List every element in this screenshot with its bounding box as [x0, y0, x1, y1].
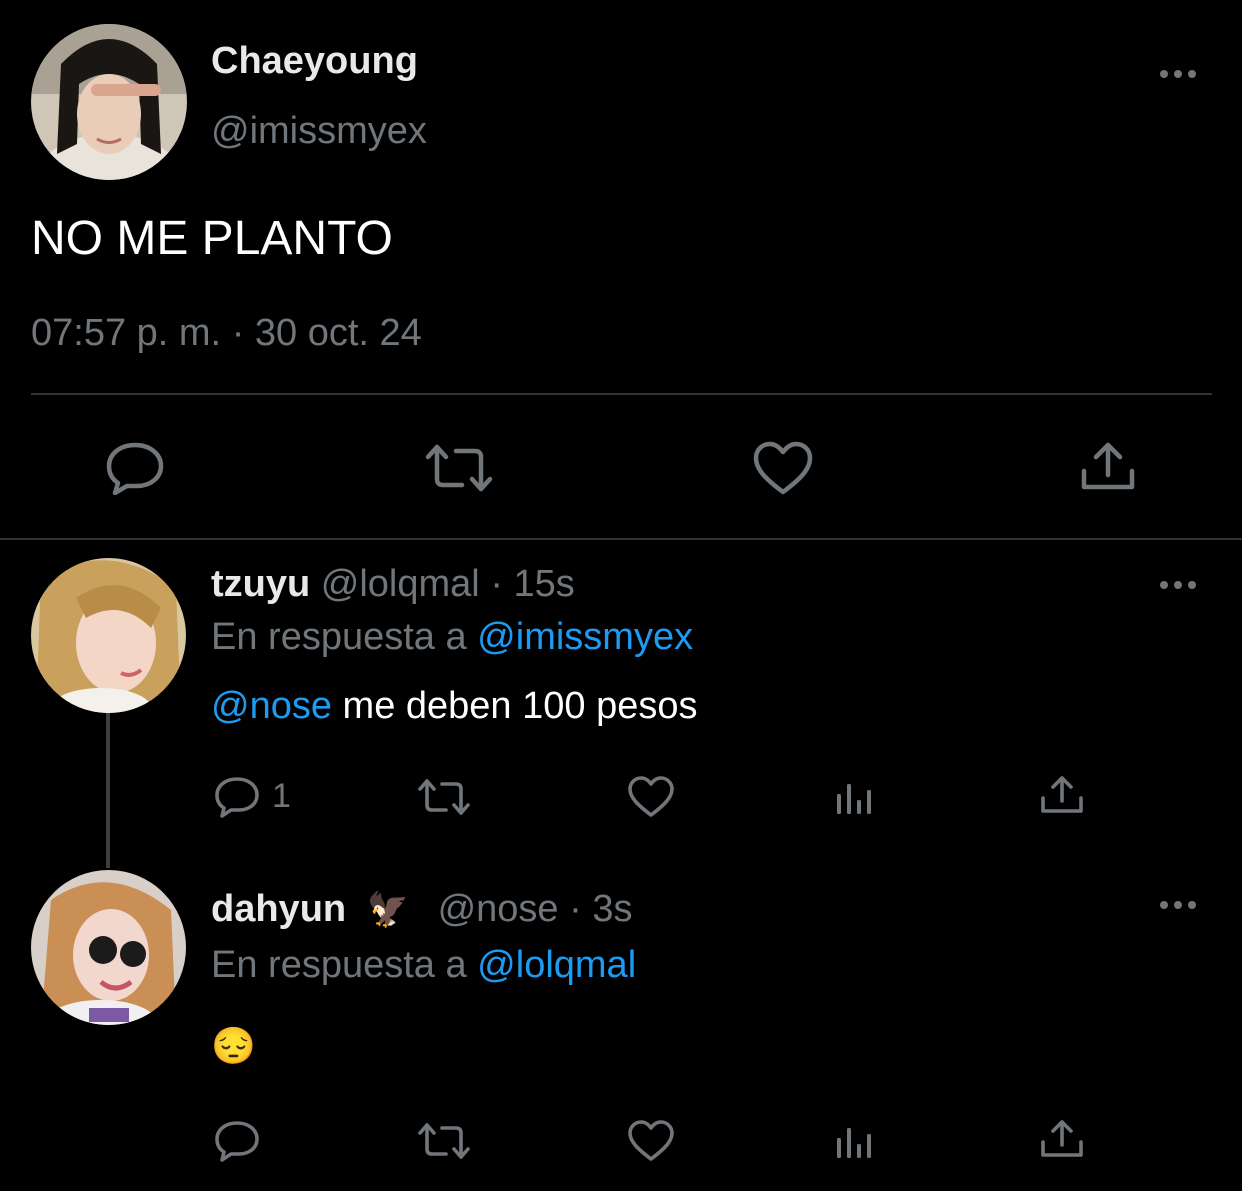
mention-link[interactable]: @nose	[211, 685, 332, 727]
reply-header: dahyun 🦅 @nose · 3s	[211, 888, 633, 931]
avatar-chaeyoung[interactable]	[31, 24, 187, 180]
section-divider	[0, 538, 1242, 540]
share-icon[interactable]	[1040, 1119, 1084, 1159]
author-name[interactable]: Chaeyoung	[211, 40, 418, 83]
thread-connector	[106, 713, 110, 868]
more-icon[interactable]	[1160, 67, 1200, 81]
retweet-icon[interactable]	[424, 443, 494, 493]
reply-prefix: En respuesta a	[211, 944, 467, 986]
avatar-tzuyu[interactable]	[31, 558, 186, 713]
like-icon[interactable]	[627, 775, 675, 819]
reply-icon[interactable]	[214, 776, 260, 818]
reply-to-link[interactable]: @imissmyex	[477, 616, 693, 658]
divider	[31, 393, 1212, 395]
reply-text: 😔	[211, 1025, 256, 1066]
share-icon[interactable]	[1080, 441, 1136, 493]
timestamp-separator: ·	[231, 312, 245, 354]
reply-author-name[interactable]: tzuyu	[211, 563, 310, 605]
reply-header: tzuyu @lolqmal · 15s	[211, 563, 575, 606]
reply-count: 1	[272, 777, 291, 815]
reply-icon[interactable]	[214, 1120, 260, 1162]
reply-author-handle[interactable]: @lolqmal	[321, 563, 480, 605]
header-separator: ·	[490, 563, 503, 605]
tweet-date: 30 oct. 24	[254, 312, 422, 354]
more-icon[interactable]	[1160, 898, 1200, 912]
tweet-text: NO ME PLANTO	[31, 212, 393, 265]
retweet-icon[interactable]	[417, 778, 471, 816]
like-icon[interactable]	[752, 440, 814, 496]
reply-body: me deben 100 pesos	[331, 685, 698, 727]
more-icon[interactable]	[1160, 578, 1200, 592]
reply-text: @nose me deben 100 pesos	[211, 685, 697, 728]
share-icon[interactable]	[1040, 775, 1084, 815]
reply-age[interactable]: 15s	[514, 563, 575, 605]
reply-author-name[interactable]: dahyun	[211, 888, 346, 930]
tweet-time: 07:57 p. m.	[31, 312, 222, 354]
retweet-icon[interactable]	[417, 1122, 471, 1160]
reply-prefix: En respuesta a	[211, 616, 467, 658]
tweet-timestamp[interactable]: 07:57 p. m. · 30 oct. 24	[31, 312, 422, 355]
reply-icon[interactable]	[105, 441, 165, 495]
header-separator: ·	[569, 888, 582, 930]
avatar-dahyun[interactable]	[31, 870, 186, 1025]
like-icon[interactable]	[627, 1119, 675, 1163]
eagle-icon: 🦅	[366, 891, 410, 929]
reply-context: En respuesta a @lolqmal	[211, 944, 636, 987]
author-handle[interactable]: @imissmyex	[211, 110, 427, 153]
reply-to-link[interactable]: @lolqmal	[477, 944, 636, 986]
reply-age[interactable]: 3s	[592, 888, 632, 930]
reply-context: En respuesta a @imissmyex	[211, 616, 693, 659]
views-icon[interactable]	[836, 1124, 878, 1160]
reply-author-handle[interactable]: @nose	[438, 888, 559, 930]
views-icon[interactable]	[836, 780, 878, 816]
